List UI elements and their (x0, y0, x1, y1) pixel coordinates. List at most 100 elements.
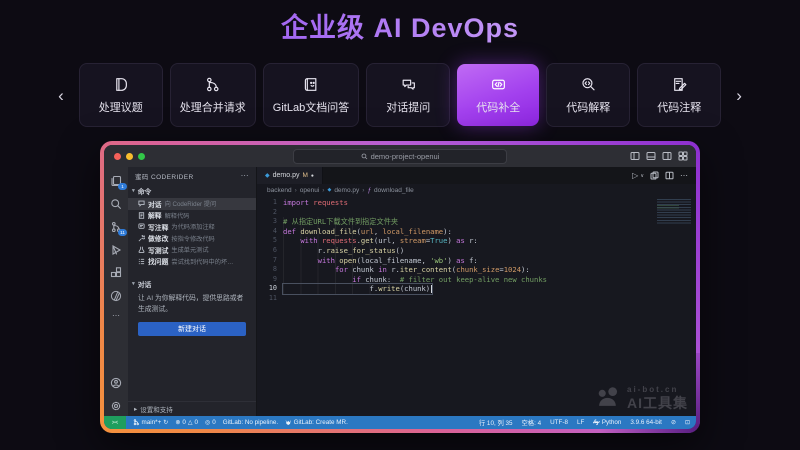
sync-icon: ↻ (163, 419, 168, 426)
carousel-next-button[interactable]: › (728, 87, 750, 104)
command-write-comment[interactable]: 写注释 为代码添加注释 (128, 221, 256, 233)
toggle-secondary-sidebar-icon[interactable] (662, 151, 672, 161)
code-line[interactable]: 8 for chunk in r.iter_content(chunk_size… (257, 265, 696, 275)
activity-bar: 1 11 ⋯ (104, 167, 128, 416)
code-editor[interactable]: 1import requests23# 从指定URL下载文件到指定文件夹4def… (257, 196, 696, 416)
traffic-lights (114, 153, 145, 160)
feedback-icon[interactable]: ⊡ (685, 419, 690, 426)
code-line[interactable]: 4def download_file(url, local_filename): (257, 227, 696, 237)
watermark-name: AI工具集 (627, 396, 688, 410)
customize-layout-icon[interactable] (678, 151, 688, 161)
checklist-icon (138, 258, 145, 265)
chat-section-header[interactable]: ▾ 对话 (128, 277, 256, 291)
python-file-icon: ◆ (265, 172, 270, 179)
window-titlebar[interactable]: ← → demo-project-openui (104, 145, 696, 167)
run-python-icon[interactable]: ▷ (632, 171, 638, 180)
remote-indicator[interactable]: >< (104, 416, 126, 429)
python-file-icon: ◆ (327, 187, 331, 193)
coderider-status-icon[interactable]: ⊘ (671, 419, 676, 426)
editor-tab-demo-py[interactable]: ◆ demo.py M ● (257, 167, 323, 184)
problems-status[interactable]: ⊗ 0 △ 0 (175, 419, 198, 426)
tab-label: GitLab文档问答 (273, 99, 349, 115)
tab-gitlab-doc-qa[interactable]: GitLab文档问答 (263, 63, 359, 127)
code-line[interactable]: 11 (257, 294, 696, 304)
explorer-badge: 1 (118, 183, 127, 190)
gitlab-create-mr[interactable]: GitLab: Create MR. (285, 419, 348, 426)
merge-request-icon (204, 76, 221, 93)
encoding-setting[interactable]: UTF-8 (550, 419, 568, 426)
command-find-issues[interactable]: 找问题 尝试找到代码中的坏… (128, 256, 256, 268)
code-line[interactable]: 7 with open(local_filename, 'wb') as f: (257, 256, 696, 266)
tab-label: 代码解释 (566, 99, 610, 115)
minimize-button[interactable] (126, 153, 133, 160)
tab-handle-issues[interactable]: 处理议题 (79, 63, 163, 127)
sidebar-more-icon[interactable]: ⋯ (241, 171, 249, 180)
coderider-sidebar: 蜜码 CODERIDER ⋯ ▾ 命令 对话 向 CodeRider 提问 解释… (128, 167, 257, 416)
language-mode[interactable]: Python (593, 419, 621, 426)
git-modified-badge: M (302, 172, 307, 179)
editor-tabs-bar: ◆ demo.py M ● ▷∨ ⋯ (257, 167, 696, 184)
python-interpreter[interactable]: 3.9.6 64-bit (630, 419, 662, 426)
gitlab-tanuki-icon (285, 419, 292, 426)
code-line[interactable]: 9 if chunk: # filter out keep-alive new … (257, 275, 696, 285)
eol-setting[interactable]: LF (577, 419, 584, 426)
tab-code-explain[interactable]: 代码解释 (546, 63, 630, 127)
gitlab-pipeline-status[interactable]: GitLab: No pipeline. (223, 419, 278, 426)
run-debug-icon[interactable] (109, 243, 123, 256)
watermark: ai-bot.cn AI工具集 (596, 385, 688, 410)
code-line[interactable]: 1import requests (257, 198, 696, 208)
tab-code-comment[interactable]: 代码注释 (637, 63, 721, 127)
run-dropdown-icon[interactable]: ∨ (640, 173, 644, 179)
new-chat-button[interactable]: 新建对话 (138, 322, 246, 336)
commands-section-header[interactable]: ▾ 命令 (128, 184, 256, 198)
breadcrumb[interactable]: backend› openui› ◆ demo.py› ƒ download_f… (257, 184, 696, 196)
code-line[interactable]: 10 f.write(chunk) (257, 284, 696, 294)
command-center-search[interactable]: demo-project-openui (293, 149, 507, 164)
command-chat[interactable]: 对话 向 CodeRider 提问 (128, 198, 256, 210)
git-branch-status[interactable]: main*+ ↻ (133, 419, 168, 426)
explorer-icon[interactable]: 1 (109, 174, 123, 187)
tab-label: 代码注释 (657, 99, 701, 115)
command-write-test[interactable]: 写测试 生成单元测试 (128, 244, 256, 256)
code-line[interactable]: 5 with requests.get(url, stream=True) as… (257, 236, 696, 246)
wrench-icon (138, 235, 145, 242)
editor-more-icon[interactable]: ⋯ (680, 171, 688, 180)
extensions-icon[interactable] (109, 266, 123, 279)
error-icon: ⊗ (175, 419, 180, 426)
search-icon (361, 153, 368, 160)
tab-handle-merge-requests[interactable]: 处理合并请求 (170, 63, 256, 127)
tab-chat-ask[interactable]: 对话提问 (366, 63, 450, 127)
account-icon[interactable] (109, 376, 123, 389)
settings-gear-icon[interactable] (109, 399, 123, 412)
comment-edit-icon (138, 223, 145, 230)
branch-icon (133, 419, 140, 426)
code-line[interactable]: 3# 从指定URL下载文件到指定文件夹 (257, 217, 696, 227)
ports-status[interactable]: ◎ 0 (205, 419, 216, 426)
search-sidebar-icon[interactable] (109, 197, 123, 210)
carousel-prev-button[interactable]: ‹ (50, 87, 72, 104)
open-changes-icon[interactable] (650, 171, 659, 180)
indentation-setting[interactable]: 空格: 4 (522, 418, 542, 427)
chevron-down-icon: ▾ (132, 188, 135, 194)
more-views-icon[interactable]: ⋯ (112, 312, 120, 320)
maximize-button[interactable] (138, 153, 145, 160)
issue-icon (112, 76, 129, 93)
command-explain[interactable]: 解释 解释代码 (128, 210, 256, 222)
code-line[interactable]: 2 (257, 208, 696, 218)
warning-icon: △ (188, 419, 193, 426)
command-modify[interactable]: 做修改 按指令修改代码 (128, 233, 256, 245)
watermark-url: ai-bot.cn (627, 386, 688, 394)
coderider-icon[interactable] (109, 289, 123, 302)
close-button[interactable] (114, 153, 121, 160)
split-editor-icon[interactable] (665, 171, 674, 180)
settings-support-section[interactable]: ▸ 设置和支持 (128, 401, 256, 416)
code-line[interactable]: 6 r.raise_for_status() (257, 246, 696, 256)
cursor-position[interactable]: 行 10, 列 35 (479, 418, 513, 427)
minimap[interactable] (657, 199, 691, 225)
toggle-panel-icon[interactable] (646, 151, 656, 161)
toggle-sidebar-icon[interactable] (630, 151, 640, 161)
tab-code-completion[interactable]: 代码补全 (457, 64, 539, 126)
unsaved-dot-icon: ● (311, 173, 314, 179)
tab-label: 代码补全 (476, 99, 520, 115)
source-control-icon[interactable]: 11 (109, 220, 123, 233)
